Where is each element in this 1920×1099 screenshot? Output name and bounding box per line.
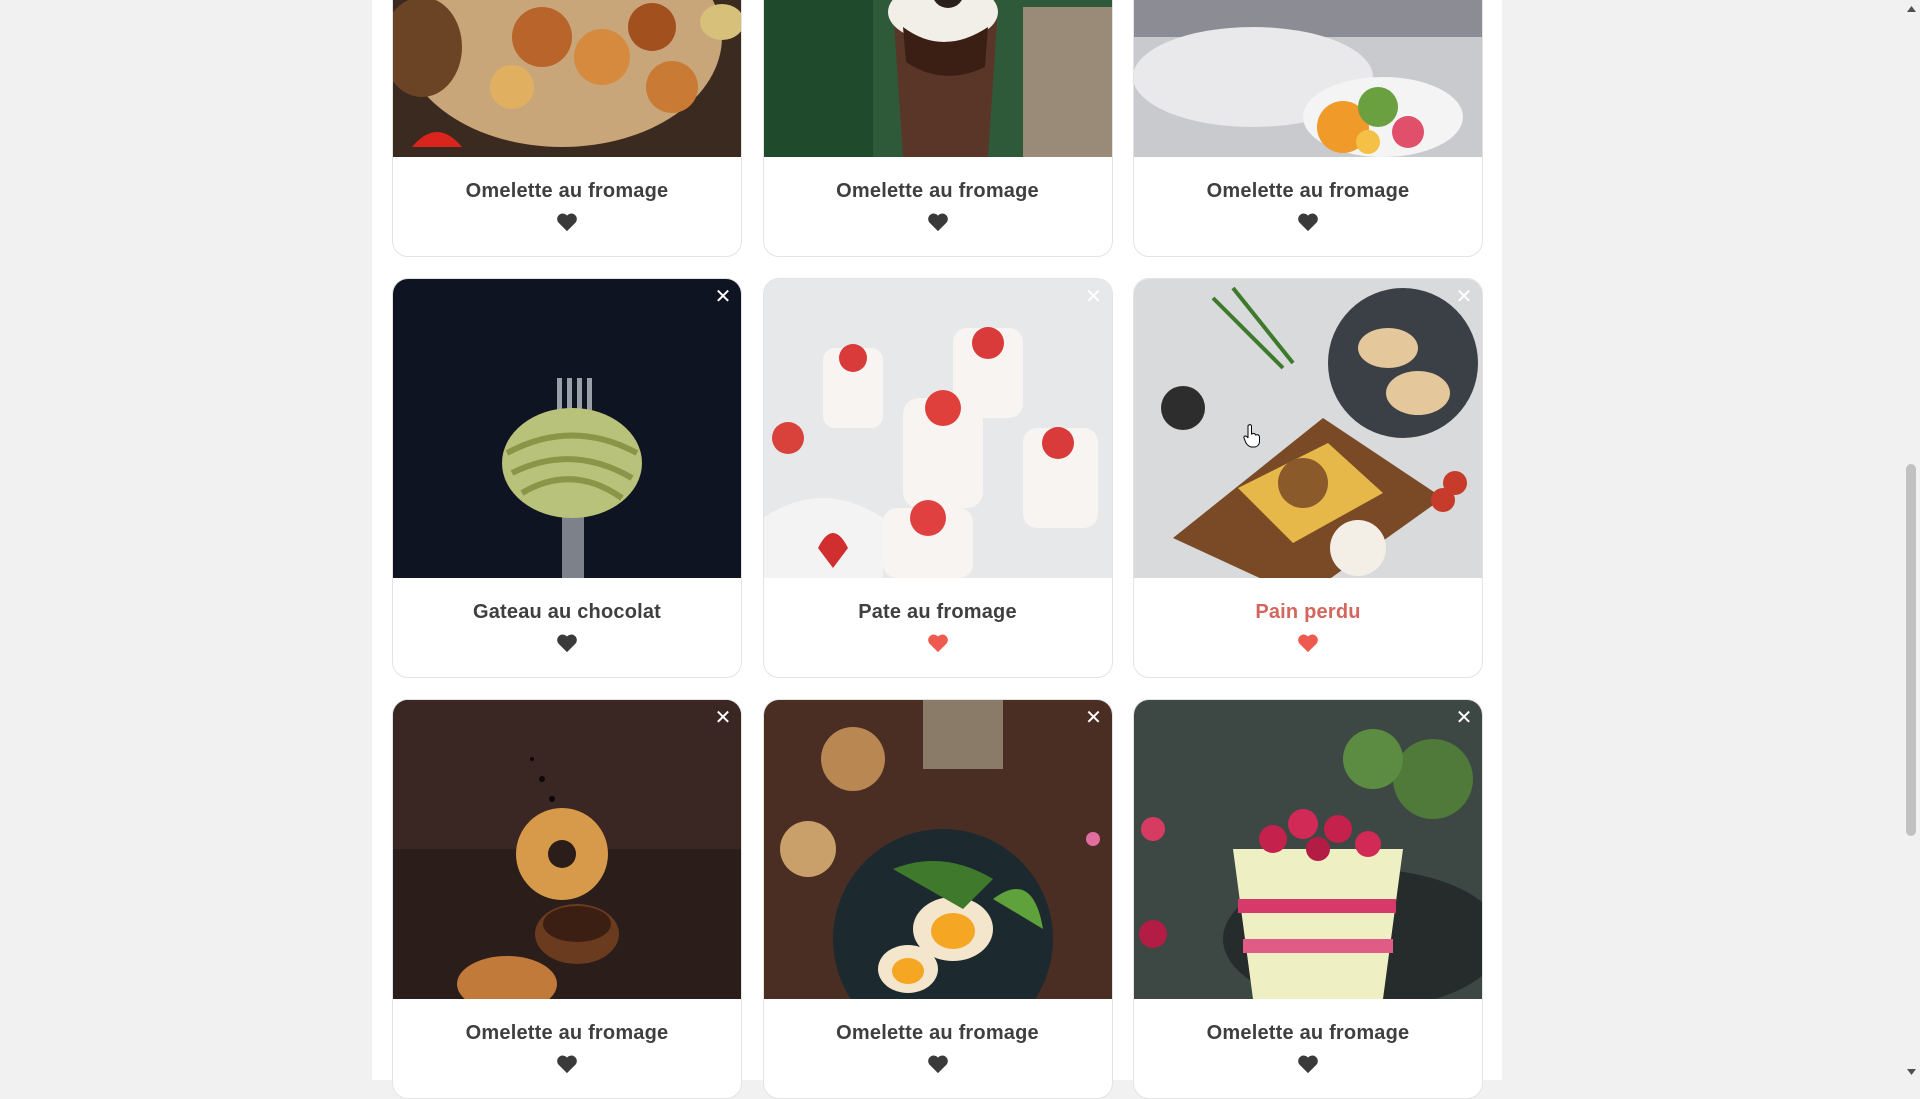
- recipe-title[interactable]: Pate au fromage: [764, 601, 1112, 624]
- recipe-image[interactable]: ✕: [393, 0, 741, 157]
- recipe-card[interactable]: ✕ Omelette au fromage: [1133, 699, 1483, 1099]
- recipe-image[interactable]: ✕: [1134, 700, 1482, 999]
- heart-icon[interactable]: [556, 212, 578, 232]
- recipe-card[interactable]: ✕ Omelette au fromage: [762, 0, 1113, 257]
- recipe-title[interactable]: Omelette au fromage: [393, 1022, 741, 1045]
- recipe-card[interactable]: ✕ Omelette au fromage: [392, 0, 742, 257]
- hand-pointer-cursor-icon: [1243, 424, 1260, 448]
- recipe-title[interactable]: Omelette au fromage: [393, 180, 741, 203]
- recipe-title[interactable]: Gateau au chocolat: [393, 601, 741, 624]
- close-icon[interactable]: ✕: [1451, 284, 1477, 310]
- heart-icon[interactable]: [556, 1054, 578, 1074]
- recipe-card[interactable]: ✕ Gateau au chocolat: [392, 278, 742, 678]
- recipe-grid: ✕ Omelette au fromage: [392, 0, 1483, 1099]
- heart-icon[interactable]: [1297, 212, 1319, 232]
- scroll-down-arrow-icon[interactable]: [1903, 1063, 1920, 1080]
- recipe-title[interactable]: Omelette au fromage: [764, 180, 1112, 203]
- recipe-title[interactable]: Pain perdu: [1134, 601, 1482, 624]
- recipe-image[interactable]: ✕: [763, 279, 1112, 578]
- heart-icon[interactable]: [1297, 633, 1319, 653]
- recipe-image[interactable]: ✕: [763, 700, 1112, 999]
- heart-icon[interactable]: [927, 633, 949, 653]
- recipe-image[interactable]: ✕: [393, 700, 741, 999]
- vertical-scrollbar[interactable]: [1903, 0, 1920, 1080]
- recipe-title[interactable]: Omelette au fromage: [764, 1022, 1112, 1045]
- scrollbar-thumb[interactable]: [1906, 464, 1916, 836]
- scroll-up-arrow-icon[interactable]: [1903, 0, 1920, 17]
- recipe-image[interactable]: ✕: [1134, 279, 1482, 578]
- recipe-card[interactable]: ✕ Omelette au fromage: [762, 699, 1113, 1099]
- close-icon[interactable]: ✕: [1451, 705, 1477, 731]
- recipe-card[interactable]: ✕ Pate au fromage: [762, 278, 1113, 678]
- recipe-image[interactable]: ✕: [1134, 0, 1482, 157]
- recipe-card[interactable]: ✕ Pain perdu: [1133, 278, 1483, 678]
- recipe-card[interactable]: ✕ Omelette au fromage: [1133, 0, 1483, 257]
- close-icon[interactable]: ✕: [1081, 705, 1107, 731]
- heart-icon[interactable]: [1297, 1054, 1319, 1074]
- recipe-image[interactable]: ✕: [393, 279, 741, 578]
- close-icon[interactable]: ✕: [1081, 284, 1107, 310]
- recipe-card[interactable]: ✕ Omelette au fromage: [392, 699, 742, 1099]
- recipe-list-page: ✕ Omelette au fromage: [372, 0, 1502, 1099]
- close-icon[interactable]: ✕: [710, 284, 736, 310]
- recipe-image[interactable]: ✕: [763, 0, 1112, 157]
- heart-icon[interactable]: [927, 212, 949, 232]
- heart-icon[interactable]: [556, 633, 578, 653]
- close-icon[interactable]: ✕: [710, 705, 736, 731]
- recipe-title[interactable]: Omelette au fromage: [1134, 180, 1482, 203]
- heart-icon[interactable]: [927, 1054, 949, 1074]
- recipe-title[interactable]: Omelette au fromage: [1134, 1022, 1482, 1045]
